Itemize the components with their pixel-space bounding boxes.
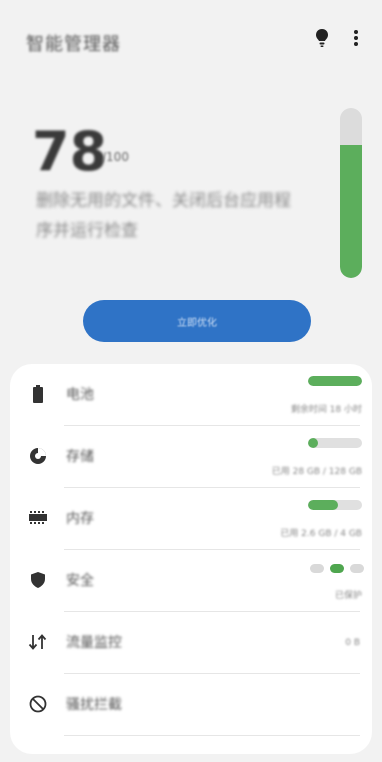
block-icon xyxy=(28,694,48,714)
battery-icon xyxy=(28,384,48,404)
score-description: 删除无用的文件、关闭后台应用程序并运行检查 xyxy=(36,191,291,241)
status-dot xyxy=(350,564,364,573)
divider xyxy=(64,735,360,736)
memory-chip-icon xyxy=(28,508,48,528)
status-dot xyxy=(310,564,324,573)
list-item-storage[interactable]: 存储 已用 28 GB / 128 GB xyxy=(10,426,372,488)
app-header: 智能管理器 xyxy=(0,0,382,84)
lightbulb-icon xyxy=(316,29,328,47)
more-vert-icon xyxy=(354,30,358,46)
storage-status: 已用 28 GB / 128 GB xyxy=(271,467,362,477)
storage-pie-icon xyxy=(28,446,48,466)
list-item-block[interactable]: 骚扰拦截 xyxy=(10,674,372,736)
page-title: 智能管理器 xyxy=(26,34,121,55)
memory-status: 已用 2.6 GB / 4 GB xyxy=(280,529,362,539)
device-score-max: /100 xyxy=(102,150,129,164)
score-level-fill xyxy=(340,145,362,278)
data-usage-value: 0 B xyxy=(345,638,360,648)
memory-level-fill xyxy=(308,500,338,510)
list-item-memory[interactable]: 内存 已用 2.6 GB / 4 GB xyxy=(10,488,372,550)
device-score: 78 xyxy=(32,120,108,183)
list-item-label: 内存 xyxy=(66,511,94,527)
battery-level-fill xyxy=(308,376,362,386)
storage-level-bar xyxy=(308,438,362,448)
shield-icon xyxy=(28,570,48,590)
list-item-label: 流量监控 xyxy=(66,635,122,651)
list-item-label: 存储 xyxy=(66,449,94,465)
list-item-label: 安全 xyxy=(66,573,94,589)
storage-level-fill xyxy=(308,438,318,448)
list-item-data-monitor[interactable]: 流量监控 0 B xyxy=(10,612,372,674)
data-transfer-icon xyxy=(28,632,48,652)
battery-level-bar xyxy=(308,376,362,386)
status-card: 电池 剩余时间 18 小时 存储 已用 28 GB / 128 GB 内存 已用… xyxy=(10,364,372,754)
smart-manager-screen: 智能管理器 78 /100 删除无用的文件、关闭后台应用程序并运行检查 立即优化 xyxy=(0,0,382,762)
security-status: 已保护 xyxy=(334,591,362,601)
score-level-bar xyxy=(340,108,362,278)
list-item-security[interactable]: 安全 已保护 xyxy=(10,550,372,612)
list-item-label: 电池 xyxy=(66,387,94,403)
optimize-now-button[interactable]: 立即优化 xyxy=(83,300,311,342)
battery-status: 剩余时间 18 小时 xyxy=(290,405,362,415)
optimize-now-label: 立即优化 xyxy=(177,317,217,329)
list-item-battery[interactable]: 电池 剩余时间 18 小时 xyxy=(10,364,372,426)
tips-button[interactable] xyxy=(308,24,336,52)
status-dot-active xyxy=(330,564,344,573)
list-item-label: 骚扰拦截 xyxy=(66,697,122,713)
security-status-dots xyxy=(310,564,364,573)
more-options-button[interactable] xyxy=(342,24,370,52)
memory-level-bar xyxy=(308,500,362,510)
